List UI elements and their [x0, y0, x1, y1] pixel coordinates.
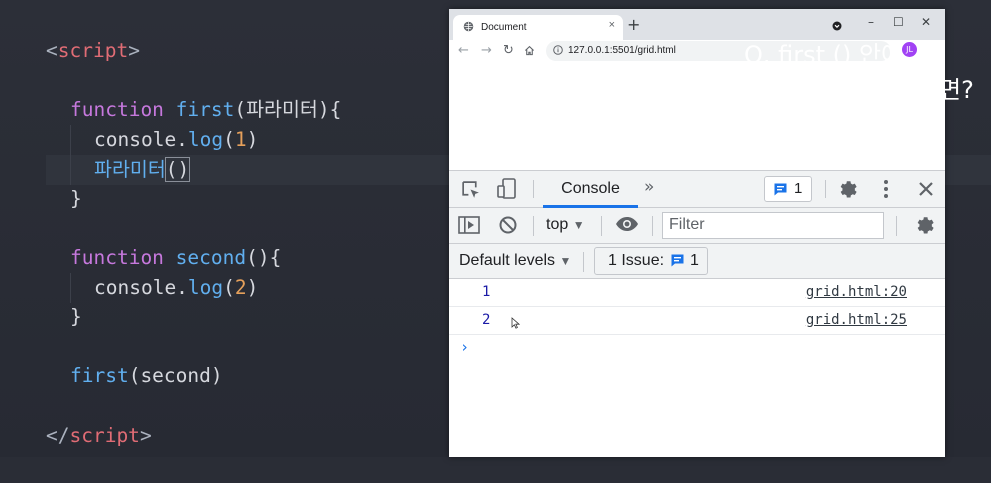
tab-title: Document	[481, 22, 527, 33]
browser-window: Document × + – ☐ ✕ ← → ↻ 127.0.0.1:5501/…	[449, 9, 945, 457]
separator	[601, 216, 602, 236]
device-toolbar-icon[interactable]	[497, 178, 517, 200]
code-line-second-close: }	[70, 305, 82, 328]
dropdown-arrow-icon: ▼	[572, 218, 585, 232]
code-line-first-log: console.log(1)	[94, 128, 259, 151]
home-icon[interactable]	[524, 45, 535, 56]
separator	[896, 216, 897, 236]
console-toolbar: top ▼	[449, 208, 945, 244]
code-line-second-decl: function second(){	[70, 246, 282, 269]
mouse-cursor-icon	[511, 317, 520, 329]
dropdown-arrow-icon: ▼	[559, 254, 572, 268]
console-message-value: 1	[482, 284, 491, 300]
console-levels-bar: Default levels ▼ 1 Issue: 1	[449, 244, 945, 279]
globe-icon	[463, 21, 474, 32]
code-line-script-open: <script>	[46, 39, 140, 62]
console-prompt-icon[interactable]: ›	[460, 338, 469, 356]
tab-document[interactable]: Document ×	[453, 15, 623, 40]
indent-guide	[70, 273, 71, 303]
separator	[533, 180, 534, 198]
console-message-value: 2	[482, 312, 491, 328]
tab-search-icon[interactable]	[832, 21, 842, 31]
issues-button-count: 1	[690, 252, 699, 269]
console-settings-gear-icon[interactable]	[913, 214, 935, 236]
issues-button-label: 1 Issue:	[608, 252, 665, 269]
new-tab-button[interactable]: +	[627, 16, 640, 34]
context-select[interactable]: top ▼	[546, 216, 585, 234]
indent-guide	[70, 125, 71, 185]
issues-count: 1	[794, 180, 803, 197]
code-line-script-close: </script>	[46, 424, 152, 447]
console-message-source-link[interactable]: grid.html:20	[806, 284, 907, 300]
inspect-element-icon[interactable]	[460, 179, 481, 200]
context-value: top	[546, 216, 569, 233]
log-levels-select[interactable]: Default levels ▼	[459, 252, 571, 270]
console-message-source-link[interactable]: grid.html:25	[806, 312, 907, 328]
code-line-call: first(second)	[70, 364, 223, 387]
console-output: 1 grid.html:20 2 grid.html:25 ›	[449, 279, 945, 457]
forward-icon[interactable]: →	[481, 43, 492, 59]
issues-counter-button[interactable]: 1	[764, 176, 812, 202]
clear-console-icon[interactable]	[498, 215, 518, 235]
url-text: 127.0.0.1:5501/grid.html	[568, 45, 676, 56]
live-expression-eye-icon[interactable]	[615, 216, 639, 232]
issue-message-icon	[774, 183, 787, 196]
maximize-button[interactable]: ☐	[893, 15, 904, 29]
filter-field[interactable]	[662, 212, 884, 239]
code-line-param-call: 파라미터()	[94, 157, 191, 182]
separator	[652, 216, 653, 236]
window-close-button[interactable]: ✕	[921, 15, 931, 29]
console-message: 2 grid.html:25	[449, 307, 945, 335]
tab-close-icon[interactable]: ×	[609, 19, 615, 31]
code-content: <script> function first(파라미터){ console.l…	[0, 0, 341, 483]
code-line-second-log: console.log(2)	[94, 276, 259, 299]
log-levels-label: Default levels	[459, 252, 556, 269]
issue-message-icon	[671, 254, 684, 267]
separator	[825, 180, 826, 198]
devtools-tabbar: Console » 1	[449, 171, 945, 208]
devtools-panel: Console » 1 top ▼ Filter Default levels …	[449, 170, 945, 457]
page-viewport	[449, 64, 945, 170]
console-message: 1 grid.html:20	[449, 279, 945, 307]
sidebar-toggle-icon[interactable]	[458, 215, 480, 235]
profile-avatar[interactable]: JL	[902, 42, 917, 57]
close-devtools-icon[interactable]	[918, 181, 934, 197]
reload-icon[interactable]: ↻	[503, 43, 514, 59]
minimize-button[interactable]: –	[868, 15, 874, 29]
settings-gear-icon[interactable]	[836, 178, 858, 200]
code-line-first-close: }	[70, 187, 82, 210]
back-icon[interactable]: ←	[458, 43, 469, 59]
more-options-icon[interactable]	[879, 179, 893, 199]
more-tabs-icon[interactable]: »	[644, 177, 654, 197]
separator	[583, 252, 584, 272]
separator	[533, 216, 534, 236]
filter-input[interactable]	[663, 213, 879, 236]
issues-button[interactable]: 1 Issue: 1	[594, 247, 708, 275]
subtitle-line-2: 면?	[939, 76, 974, 104]
site-info-icon[interactable]	[553, 45, 563, 55]
tab-console[interactable]: Console	[543, 171, 638, 208]
subtitle-line-1: Q. first () 안에	[744, 41, 904, 69]
code-line-first-decl: function first(파라미터){	[70, 98, 342, 121]
